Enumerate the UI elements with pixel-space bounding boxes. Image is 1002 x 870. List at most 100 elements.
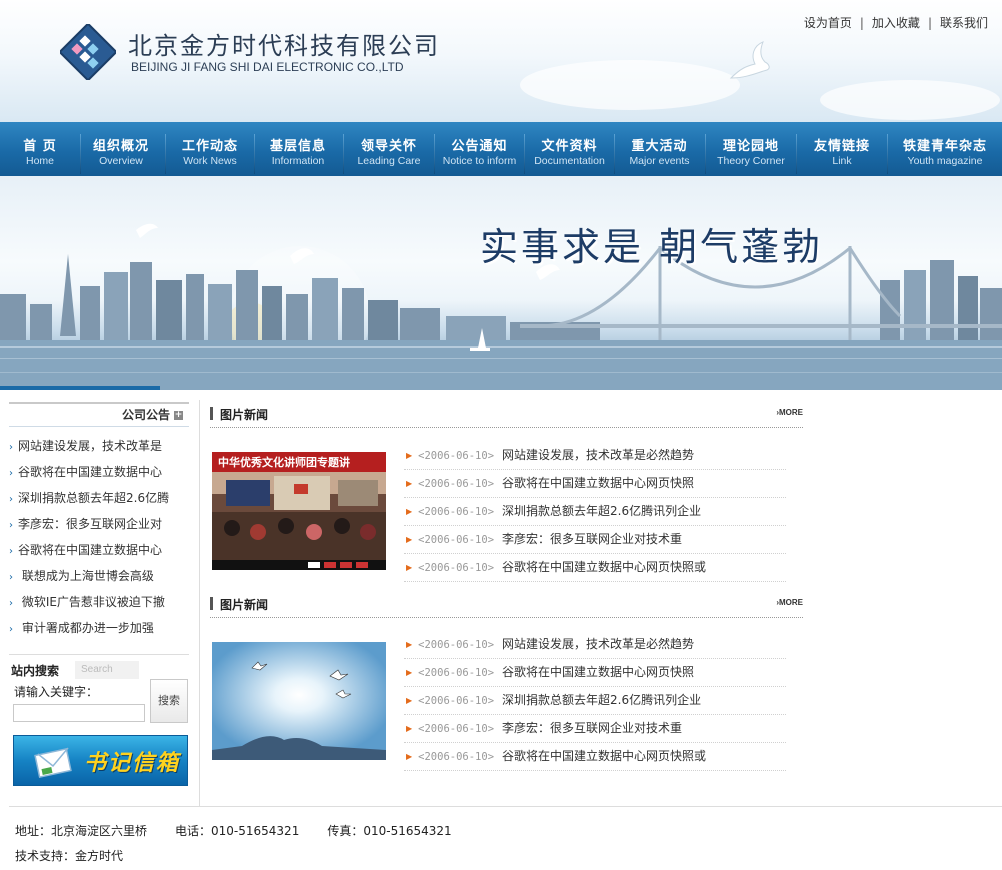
- orange-arrow-icon: ▶: [406, 724, 413, 733]
- nav-label-en: Theory Corner: [717, 155, 785, 167]
- search-input[interactable]: [13, 704, 145, 722]
- secretary-mailbox-button[interactable]: 书记信箱: [13, 735, 188, 786]
- cloud-decoration: [520, 60, 740, 110]
- list-item[interactable]: ▶ <2006-06-10> 谷歌将在中国建立数据中心网页快照: [404, 659, 786, 687]
- add-favorite-link[interactable]: 加入收藏: [872, 16, 920, 30]
- news-photo[interactable]: 中华优秀文化讲师团专题讲: [212, 452, 386, 570]
- top-links: 设为首页 | 加入收藏 | 联系我们: [804, 14, 988, 31]
- nav-item-work-news[interactable]: 工作动态 Work News: [166, 122, 254, 176]
- nav-label-cn: 领导关怀: [360, 139, 417, 154]
- footer-phone: 电话：010-51654321: [175, 824, 300, 838]
- nav-item-home[interactable]: 首 页 Home: [0, 122, 80, 176]
- nav-item-documentation[interactable]: 文件资料 Documentation: [525, 122, 614, 176]
- news-date: <2006-06-10>: [418, 450, 495, 462]
- news-title: 谷歌将在中国建立数据中心网页快照或: [502, 560, 707, 574]
- footer-support: 技术支持：金方时代: [15, 849, 124, 863]
- orange-arrow-icon: ▶: [406, 696, 413, 705]
- nav-item-link[interactable]: 友情链接 Link: [797, 122, 887, 176]
- nav-item-leading-care[interactable]: 领导关怀 Leading Care: [344, 122, 434, 176]
- list-item[interactable]: ▶ <2006-06-10> 深圳捐款总额去年超2.6亿腾讯列企业: [404, 498, 786, 526]
- orange-arrow-icon: ▶: [406, 640, 413, 649]
- list-item[interactable]: ▶ <2006-06-10> 谷歌将在中国建立数据中心网页快照或: [404, 554, 786, 582]
- news-section-header: 图片新闻 ›MORE: [210, 595, 803, 618]
- arrow-bullet-icon: ›: [9, 442, 13, 453]
- list-item[interactable]: ▶ <2006-06-10> 深圳捐款总额去年超2.6亿腾讯列企业: [404, 687, 786, 715]
- nav-label-cn: 文件资料: [541, 139, 598, 154]
- nav-item-theory-corner[interactable]: 理论园地 Theory Corner: [706, 122, 796, 176]
- news-title: 谷歌将在中国建立数据中心网页快照: [502, 665, 695, 679]
- list-item[interactable]: › 深圳捐款总额去年超2.6亿腾: [9, 485, 189, 511]
- nav-item-major-events[interactable]: 重大活动 Major events: [615, 122, 704, 176]
- list-item[interactable]: ▶ <2006-06-10> 谷歌将在中国建立数据中心网页快照或: [404, 743, 786, 771]
- news-title: 谷歌将在中国建立数据中心网页快照: [502, 476, 695, 490]
- nav-label-cn: 首 页: [23, 139, 57, 154]
- nav-label-cn: 铁建青年杂志: [902, 139, 987, 154]
- nav-label-en: Work News: [183, 155, 237, 167]
- news-date: <2006-06-10>: [418, 562, 495, 574]
- company-name-en: BEIJING JI FANG SHI DAI ELECTRONIC CO.,L…: [131, 60, 404, 74]
- nav-label-cn: 重大活动: [631, 139, 688, 154]
- arrow-bullet-icon: ›: [9, 468, 13, 479]
- notice-item-text: 审计署成都办进一步加强: [18, 621, 154, 635]
- notice-box-title: 公司公告: [121, 408, 170, 422]
- news-section-title: 图片新闻: [220, 408, 269, 422]
- nav-label-en: Overview: [99, 155, 143, 167]
- nav-item-information[interactable]: 基层信息 Information: [255, 122, 341, 176]
- nav-item-youth-magazine[interactable]: 铁建青年杂志 Youth magazine: [888, 122, 1002, 176]
- footer-contact: 地址：北京海淀区六里桥 电话：010-51654321 传真：010-5165432…: [15, 822, 480, 839]
- list-item[interactable]: ▶ <2006-06-10> 谷歌将在中国建立数据中心网页快照: [404, 470, 786, 498]
- news-title: 谷歌将在中国建立数据中心网页快照或: [502, 749, 707, 763]
- nav-label-en: Notice to inform: [442, 155, 517, 167]
- list-item[interactable]: ▶ <2006-06-10> 网站建设发展，技术改革是必然趋势: [404, 631, 786, 659]
- notice-item-text: 网站建设发展，技术改革是: [18, 439, 163, 453]
- notice-box-header: 公司公告 +: [9, 402, 189, 427]
- arrow-bullet-icon: ›: [9, 598, 13, 609]
- footer-fax: 传真：010-51654321: [327, 824, 452, 838]
- news-date: <2006-06-10>: [418, 751, 495, 763]
- more-link[interactable]: ›MORE: [776, 598, 803, 607]
- news-date: <2006-06-10>: [418, 534, 495, 546]
- news-title: 李彦宏：很多互联网企业对技术重: [502, 721, 683, 735]
- search-label: 请输入关键字：: [14, 685, 99, 699]
- search-title: 站内搜索: [11, 664, 60, 678]
- list-item[interactable]: ▶ <2006-06-10> 李彦宏：很多互联网企业对技术重: [404, 715, 786, 743]
- nav-item-overview[interactable]: 组织概况 Overview: [81, 122, 161, 176]
- expand-plus-icon[interactable]: +: [174, 411, 183, 420]
- notice-item-text: 微软IE广告惹非议被迫下撤: [18, 595, 165, 609]
- news-date: <2006-06-10>: [418, 723, 495, 735]
- list-item[interactable]: › 谷歌将在中国建立数据中心: [9, 537, 189, 563]
- list-item[interactable]: ▶ <2006-06-10> 李彦宏：很多互联网企业对技术重: [404, 526, 786, 554]
- cloud-decoration: [820, 80, 1000, 120]
- site-search-box: 站内搜索 Search 请输入关键字： 搜索: [9, 654, 189, 727]
- list-item[interactable]: ▶ <2006-06-10> 网站建设发展，技术改革是必然趋势: [404, 442, 786, 470]
- list-item[interactable]: › 谷歌将在中国建立数据中心: [9, 459, 189, 485]
- list-item[interactable]: › 网站建设发展，技术改革是: [9, 433, 189, 459]
- nav-label-en: Information: [271, 155, 325, 167]
- arrow-bullet-icon: ›: [9, 572, 13, 583]
- main-nav: 首 页 Home 组织概况 Overview 工作动态 Work News 基层…: [0, 122, 1002, 176]
- more-link[interactable]: ›MORE: [776, 408, 803, 417]
- nav-label-en: Major events: [629, 155, 690, 167]
- section-bar-icon: [210, 597, 213, 610]
- list-item[interactable]: › 联想成为上海世博会高级: [9, 563, 189, 589]
- news-photo[interactable]: [212, 642, 386, 760]
- orange-arrow-icon: ▶: [406, 451, 413, 460]
- contact-us-link[interactable]: 联系我们: [940, 16, 988, 30]
- list-item[interactable]: › 审计署成都办进一步加强: [9, 615, 189, 641]
- news-section-title: 图片新闻: [220, 598, 269, 612]
- search-tab: Search: [75, 661, 139, 679]
- list-item[interactable]: › 微软IE广告惹非议被迫下撤: [9, 589, 189, 615]
- search-button[interactable]: 搜索: [150, 679, 188, 723]
- nav-label-en: Link: [832, 155, 852, 167]
- company-logo-icon: [60, 24, 116, 80]
- notice-box: 公司公告 + › 网站建设发展，技术改革是 › 谷歌将在中国建立数据中心 › 深圳捐款总…: [9, 402, 189, 641]
- orange-arrow-icon: ▶: [406, 479, 413, 488]
- envelope-icon: [34, 747, 72, 778]
- nav-item-notice[interactable]: 公告通知 Notice to inform: [435, 122, 524, 176]
- set-homepage-link[interactable]: 设为首页: [804, 16, 852, 30]
- link-separator: |: [927, 16, 932, 30]
- list-item[interactable]: › 李彦宏：很多互联网企业对: [9, 511, 189, 537]
- news-title: 李彦宏：很多互联网企业对技术重: [502, 532, 683, 546]
- news-date: <2006-06-10>: [418, 639, 495, 651]
- nav-label-cn: 友情链接: [813, 139, 870, 154]
